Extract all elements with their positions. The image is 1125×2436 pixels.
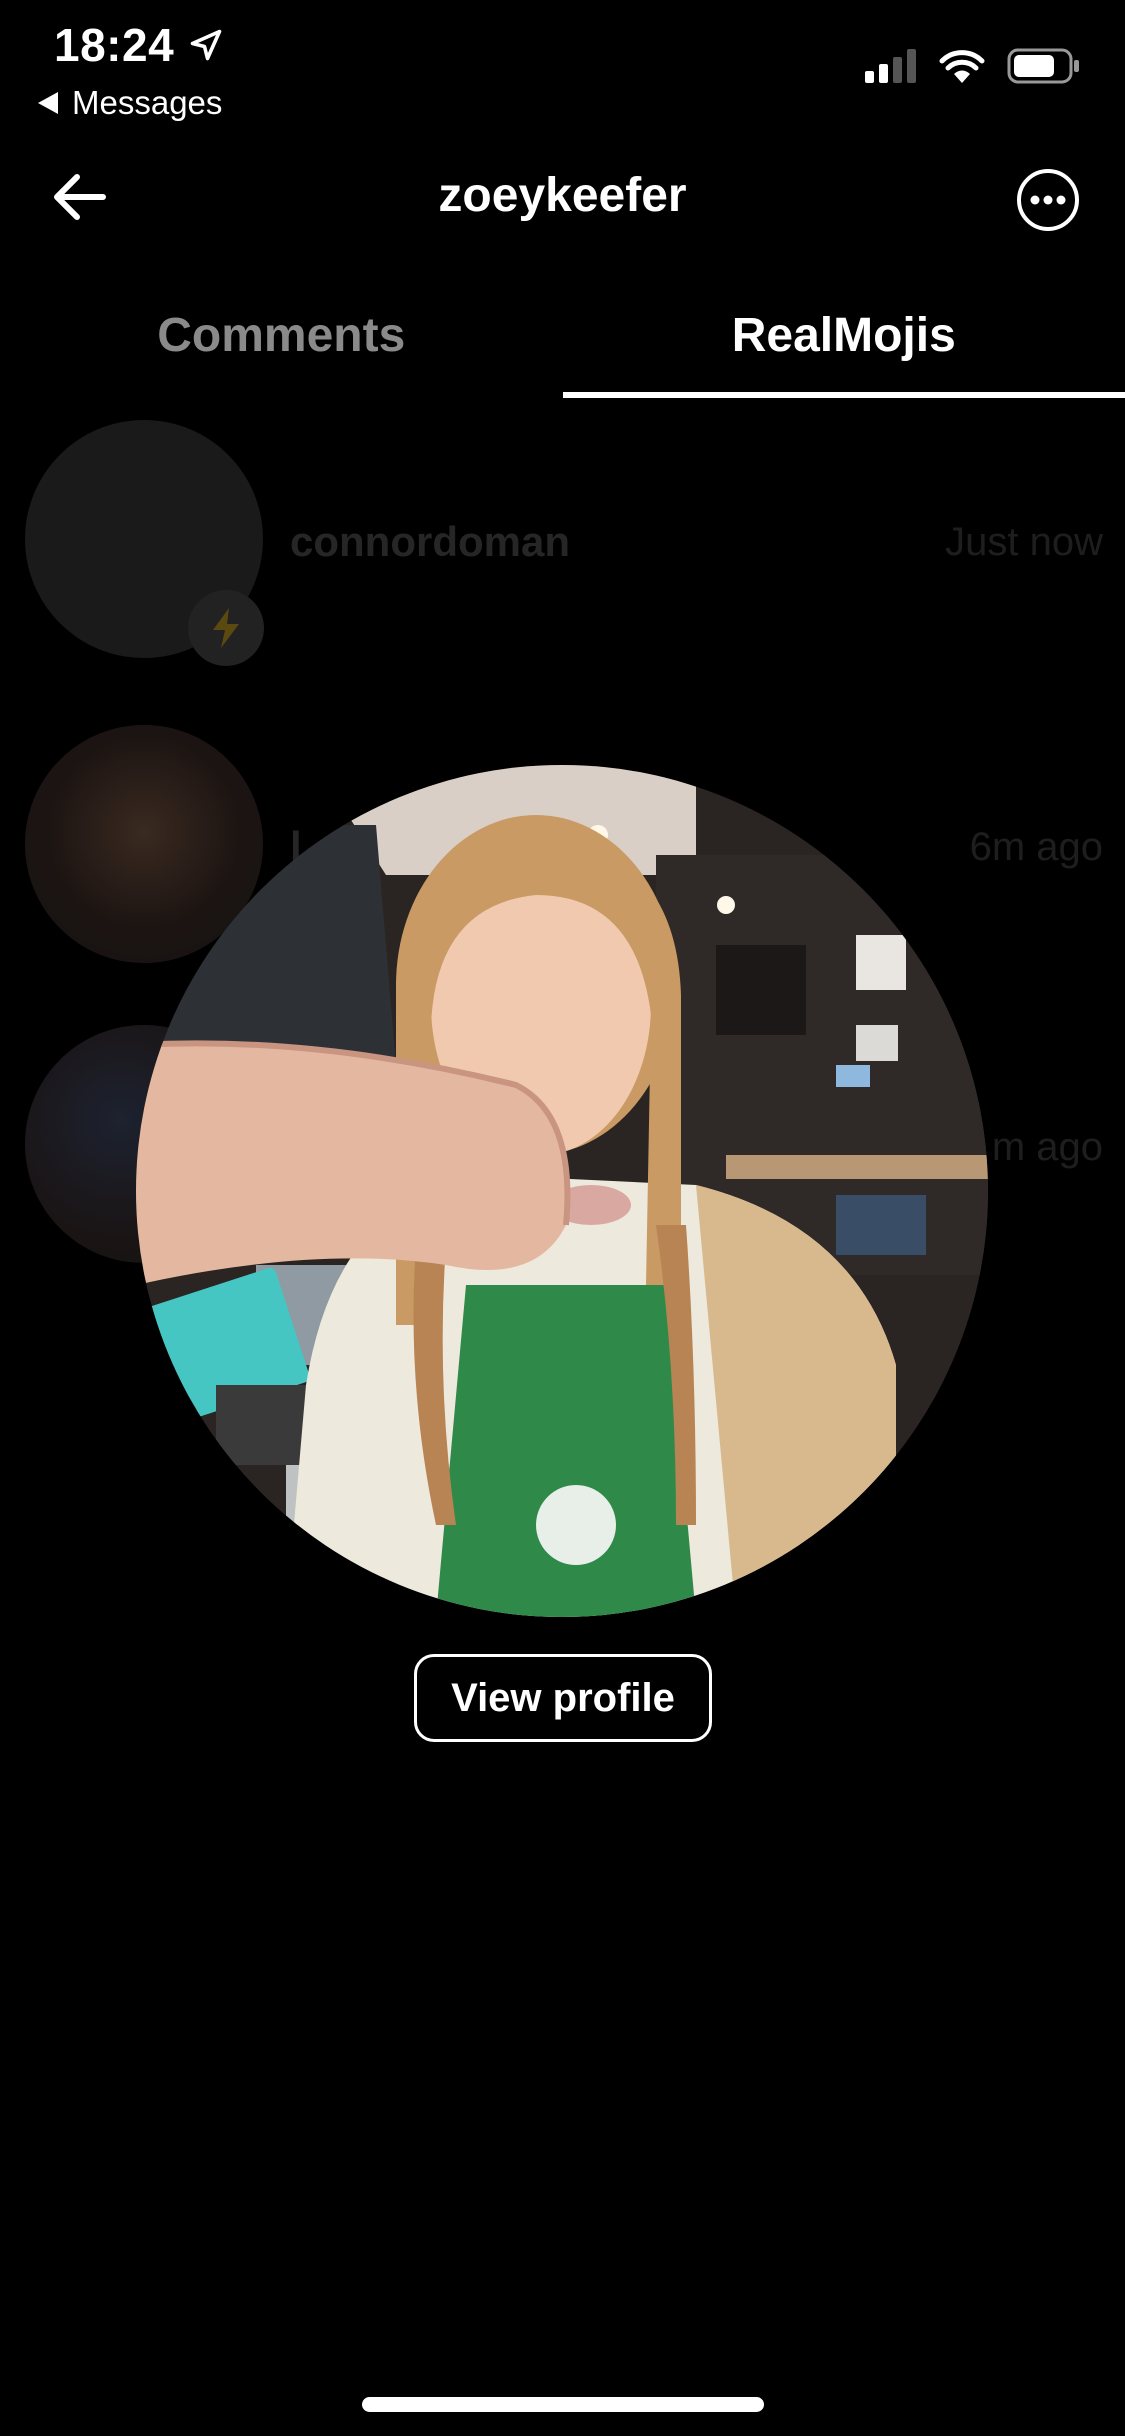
back-triangle-icon [38,92,58,114]
status-time-label: 18:24 [54,19,175,71]
tab-realmojis[interactable]: RealMojis [562,290,1125,398]
more-icon [1017,169,1079,231]
status-icons [865,48,1081,84]
location-arrow-icon [190,29,222,61]
status-time: 18:24 [54,18,224,72]
view-profile-label: View profile [451,1675,675,1720]
realmoji-photo [136,765,988,1617]
list-item-time: Just now [945,520,1103,564]
reaction-badge [188,590,264,666]
tab-comments[interactable]: Comments [0,290,563,398]
list-item-time: 6m ago [969,825,1103,869]
page-title: zoeykeefer [438,169,687,222]
view-profile-button[interactable]: View profile [414,1654,712,1742]
more-options-button[interactable] [1013,165,1083,235]
list-item[interactable]: connordoman Just now [0,420,1125,670]
back-app-label: Messages [72,84,223,121]
list-item-name: connordoman [290,518,570,565]
list-item-time: m ago [991,1125,1103,1169]
tab-bar: Comments RealMojis [0,290,1125,398]
back-to-app[interactable]: Messages [38,84,222,122]
lightning-icon [213,608,239,648]
wifi-icon [939,50,985,83]
realmoji-image [136,765,988,1617]
signal-icon [865,49,916,83]
battery-icon [1007,48,1079,84]
home-indicator[interactable] [362,2397,764,2412]
